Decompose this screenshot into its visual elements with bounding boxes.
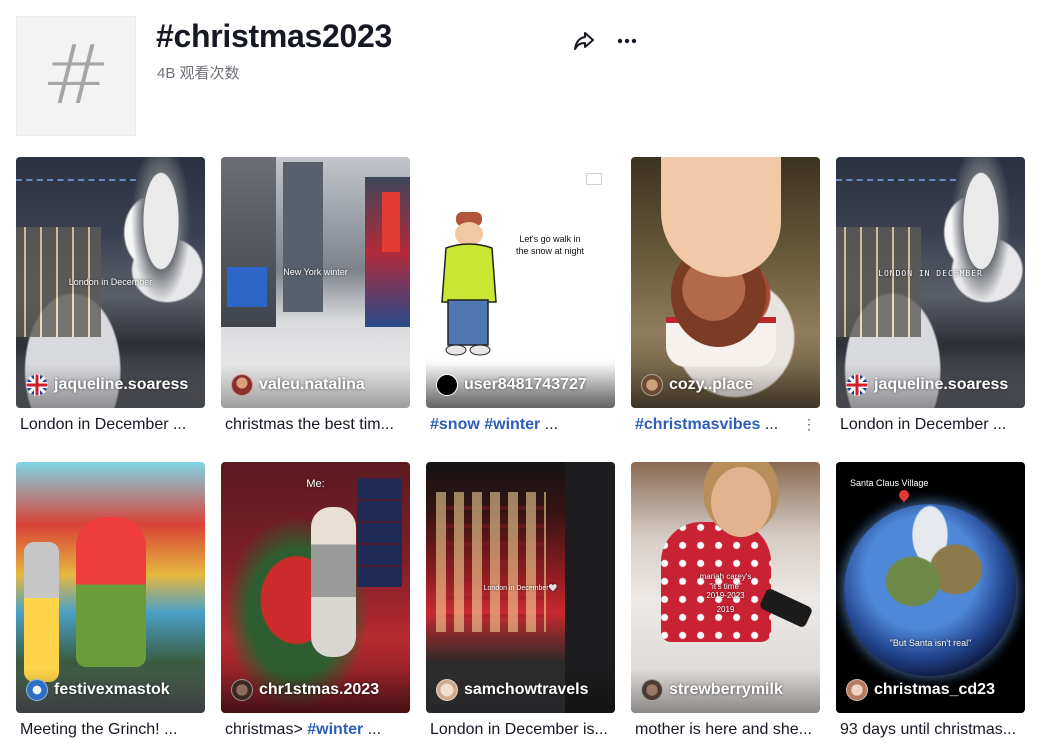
author-row: cozy..place <box>631 364 820 408</box>
hashtag-link[interactable]: #winter <box>307 721 363 738</box>
video-card[interactable]: LONDON IN DECEMBER jaqueline.soaress Lon… <box>836 157 1025 433</box>
share-arrow-icon <box>574 32 594 50</box>
author-name: festivexmastok <box>54 681 170 698</box>
video-caption[interactable]: Meeting the Grinch! ... <box>20 721 200 739</box>
hashtag-header: # #christmas2023 4B 观看次数 <box>16 16 1026 138</box>
page-title: #christmas2023 <box>156 18 392 54</box>
author-avatar <box>641 374 663 396</box>
hashtag-link[interactable]: #christmasvibes <box>635 416 760 433</box>
hashtag-avatar: # <box>16 16 136 136</box>
video-caption[interactable]: 93 days until christmas... <box>840 721 1020 739</box>
author-avatar <box>231 679 253 701</box>
video-overlay-text: Santa Claus Village <box>850 478 929 488</box>
video-thumbnail[interactable]: LONDON IN DECEMBER jaqueline.soaress <box>836 157 1025 408</box>
video-thumbnail[interactable]: Let's go walk in the snow at night user8… <box>426 157 615 408</box>
video-card[interactable]: festivexmastok Meeting the Grinch! ... <box>16 462 205 738</box>
video-thumbnail[interactable]: Santa Claus Village "But Santa isn't rea… <box>836 462 1025 713</box>
caption-text: christmas> <box>225 721 303 738</box>
caption-ellipsis: ... <box>764 416 779 433</box>
video-thumbnail[interactable]: festivexmastok <box>16 462 205 713</box>
author-avatar <box>641 679 663 701</box>
author-row: user8481743727 <box>426 364 615 408</box>
video-caption[interactable]: #snow #winter ... <box>430 416 610 434</box>
view-count: 4B 观看次数 <box>157 65 240 82</box>
video-caption[interactable]: #christmasvibes ... <box>635 416 800 434</box>
author-avatar <box>436 679 458 701</box>
video-card[interactable]: Me: chr1stmas.2023 christmas> #winter ..… <box>221 462 410 738</box>
share-button[interactable] <box>569 26 599 56</box>
more-options-button[interactable] <box>612 26 642 56</box>
video-overlay-text: London in December🤍 <box>483 585 558 592</box>
video-card[interactable]: mariah carey's "it's time" 2019-2023 201… <box>631 462 820 738</box>
video-caption[interactable]: christmas> #winter ... <box>225 721 405 739</box>
video-overlay-text: Me: <box>306 478 325 490</box>
video-overlay-text: LONDON IN DECEMBER <box>878 269 983 278</box>
video-caption[interactable]: London in December is... <box>430 721 610 739</box>
hashtag-glyph: # <box>41 28 111 123</box>
video-thumbnail[interactable]: Me: chr1stmas.2023 <box>221 462 410 713</box>
image-placeholder-icon <box>586 173 602 185</box>
author-row: strewberrymilk <box>631 669 820 713</box>
video-caption[interactable]: mother is here and she... <box>635 721 815 739</box>
video-overlay-text: New York winter <box>283 267 348 277</box>
author-row: festivexmastok <box>16 669 205 713</box>
video-overlay-year: 2019 <box>716 605 735 614</box>
hashtag-link[interactable]: #winter <box>484 416 540 433</box>
author-avatar <box>231 374 253 396</box>
video-card[interactable]: London in December jaqueline.soaress Lon… <box>16 157 205 433</box>
video-caption[interactable]: London in December ... <box>20 416 200 434</box>
video-caption[interactable]: christmas the best tim... <box>225 416 405 434</box>
author-avatar <box>436 374 458 396</box>
video-thumbnail[interactable]: cozy..place <box>631 157 820 408</box>
video-thumbnail[interactable]: mariah carey's "it's time" 2019-2023 201… <box>631 462 820 713</box>
video-thumbnail[interactable]: New York winter valeu.natalina <box>221 157 410 408</box>
video-card[interactable]: cozy..place #christmasvibes ... ⋮ <box>631 157 820 433</box>
author-row: chr1stmas.2023 <box>221 669 410 713</box>
author-name: valeu.natalina <box>259 376 365 393</box>
author-name: jaqueline.soaress <box>874 376 1009 393</box>
author-avatar <box>26 679 48 701</box>
video-caption[interactable]: London in December ... <box>840 416 1020 434</box>
video-overlay-text: mariah carey's "it's time" 2019-2023 <box>699 572 752 601</box>
video-card[interactable]: London in December🤍 samchowtravels Londo… <box>426 462 615 738</box>
video-overlay-text: Let's go walk in the snow at night <box>515 234 585 257</box>
author-name: strewberrymilk <box>669 681 783 698</box>
more-dots-icon <box>617 38 637 44</box>
video-card[interactable]: New York winter valeu.natalina christmas… <box>221 157 410 433</box>
author-row: valeu.natalina <box>221 364 410 408</box>
more-vertical-icon[interactable]: ⋮ <box>802 416 816 433</box>
author-avatar <box>846 374 868 396</box>
author-avatar <box>846 679 868 701</box>
author-name: user8481743727 <box>464 376 587 393</box>
author-name: christmas_cd23 <box>874 681 995 698</box>
author-name: cozy..place <box>669 376 754 393</box>
author-row: jaqueline.soaress <box>16 364 205 408</box>
video-thumbnail[interactable]: London in December🤍 samchowtravels <box>426 462 615 713</box>
video-card[interactable]: Santa Claus Village "But Santa isn't rea… <box>836 462 1025 738</box>
author-name: chr1stmas.2023 <box>259 681 380 698</box>
author-row: samchowtravels <box>426 669 615 713</box>
hashtag-link[interactable]: #snow <box>430 416 480 433</box>
video-card[interactable]: Let's go walk in the snow at night user8… <box>426 157 615 433</box>
author-name: samchowtravels <box>464 681 589 698</box>
author-avatar <box>26 374 48 396</box>
caption-ellipsis: ... <box>367 721 382 738</box>
video-thumbnail[interactable]: London in December jaqueline.soaress <box>16 157 205 408</box>
video-overlay-text: London in December <box>68 277 153 287</box>
author-name: jaqueline.soaress <box>54 376 189 393</box>
caption-ellipsis: ... <box>544 416 559 433</box>
map-pin-icon <box>896 487 912 503</box>
author-row: christmas_cd23 <box>836 669 1025 713</box>
author-row: jaqueline.soaress <box>836 364 1025 408</box>
video-overlay-bottom: "But Santa isn't real" <box>889 638 972 648</box>
